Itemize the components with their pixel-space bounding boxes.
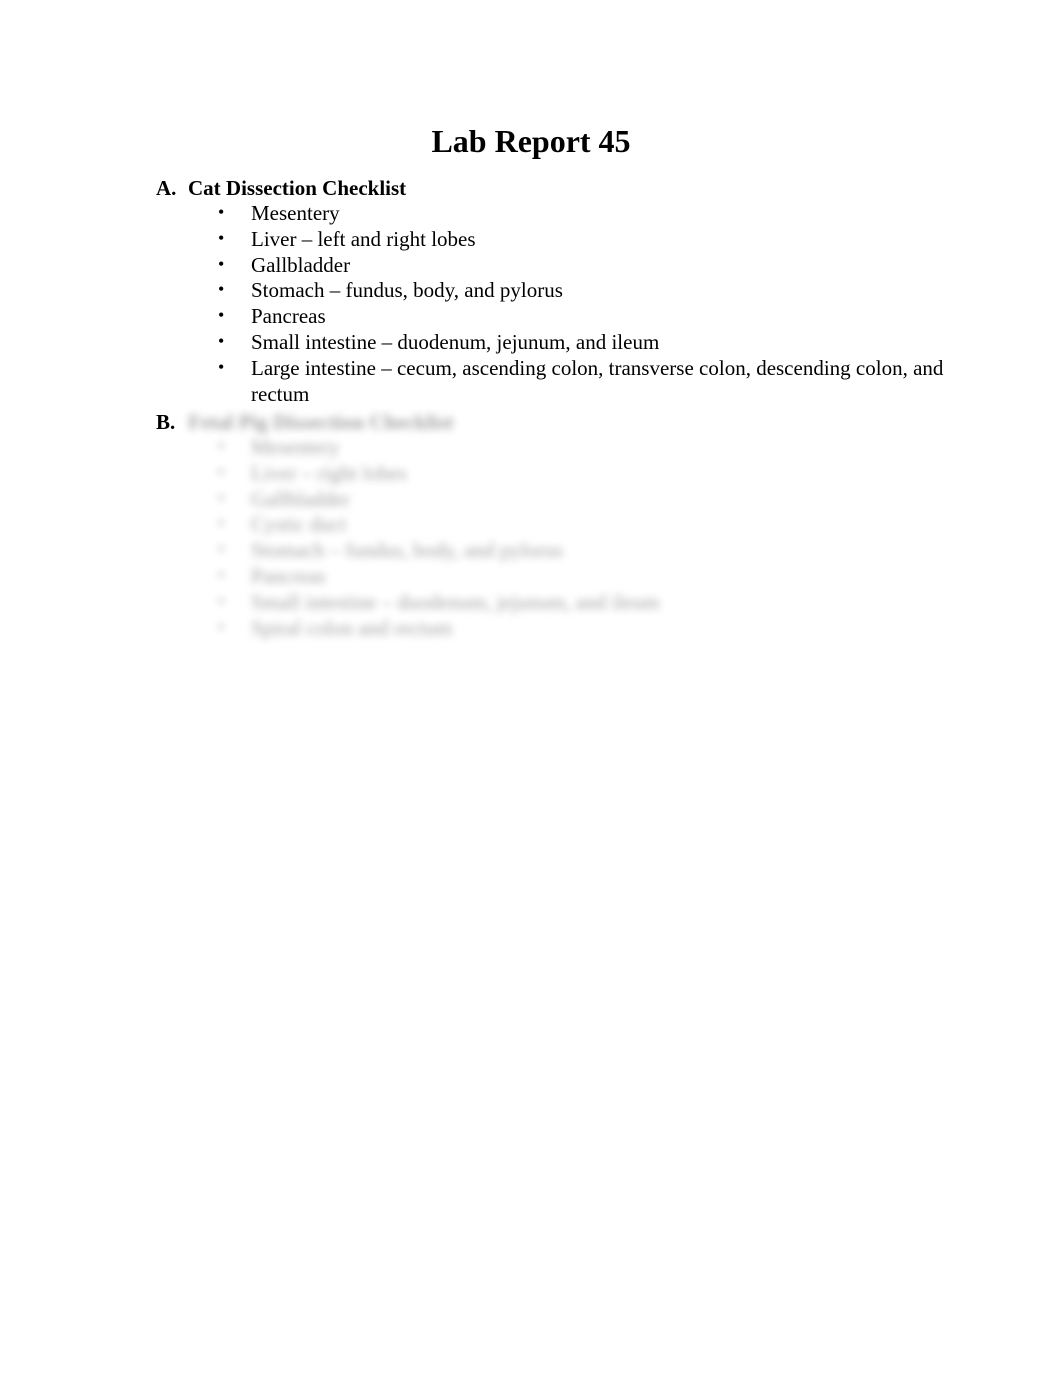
section-a: A. Cat Dissection Checklist • Mesentery • L… bbox=[156, 175, 956, 407]
list-item: • Liver – right lobes bbox=[156, 461, 951, 487]
bullet-icon: • bbox=[218, 330, 225, 351]
section-letter: A. bbox=[156, 176, 177, 200]
bullet-icon: • bbox=[218, 616, 225, 637]
list-item-text: Liver – left and right lobes bbox=[251, 226, 476, 251]
list-item-text: Gallbladder bbox=[251, 252, 351, 277]
bullet-icon: • bbox=[218, 253, 225, 274]
bullet-icon: • bbox=[218, 436, 225, 456]
bullet-icon: • bbox=[218, 279, 225, 300]
list-item-text: Mesentery bbox=[251, 435, 340, 459]
list-item-text: Pancreas bbox=[251, 563, 326, 588]
list-item: • Spiral colon and rectum bbox=[156, 616, 951, 642]
list-item: • Gallbladder bbox=[156, 487, 951, 513]
list-item: • Mesentery bbox=[156, 201, 951, 227]
bullet-icon: • bbox=[218, 356, 225, 377]
list-item: • Small intestine – duodenum, jejunum, an… bbox=[156, 330, 951, 356]
section-title: Cat Dissection Checklist bbox=[188, 176, 407, 200]
list-item-text: Stomach – fundus, body, and pylorus bbox=[251, 538, 563, 563]
list-item-text: Large intestine – cecum, ascending colon… bbox=[251, 355, 944, 406]
bullet-icon: • bbox=[218, 539, 225, 560]
section-b: B. Fetal Pig Dissection Checklist • Mesent… bbox=[156, 409, 956, 641]
bullet-icon: • bbox=[218, 564, 225, 585]
document-title: Lab Report 45 bbox=[431, 123, 631, 159]
list-item-text: Liver – right lobes bbox=[251, 460, 407, 485]
checklist: • Mesentery • Liver – left and right lobes… bbox=[156, 201, 956, 407]
list-item: • Gallbladder bbox=[156, 253, 951, 279]
list-item-text: Mesentery bbox=[251, 201, 340, 225]
bullet-icon: • bbox=[218, 487, 225, 508]
list-item: • Stomach – fundus, body, and pylorus bbox=[156, 278, 951, 304]
list-item-text: Small intestine – duodenum, jejunum, and… bbox=[251, 589, 660, 614]
checklist-blurred: • Mesentery • Liver – right lobes • Gallbla… bbox=[156, 435, 956, 641]
section-title-blurred: Fetal Pig Dissection Checklist bbox=[188, 410, 454, 434]
list-item: • Pancreas bbox=[156, 304, 951, 330]
bullet-icon: • bbox=[218, 202, 225, 222]
bullet-icon: • bbox=[218, 305, 225, 326]
bullet-icon: • bbox=[218, 227, 225, 248]
bullet-icon: • bbox=[218, 590, 225, 611]
list-item-text: Pancreas bbox=[251, 304, 326, 329]
list-item: • Small intestine – duodenum, jejunum, an… bbox=[156, 590, 951, 616]
list-item-text: Cystic duct bbox=[251, 512, 347, 537]
list-item: • Stomach – fundus, body, and pylorus bbox=[156, 538, 951, 564]
document-page: Lab Report 45 A. Cat Dissection Checklist… bbox=[0, 0, 1062, 1377]
list-item-text: Gallbladder bbox=[251, 486, 351, 511]
section-heading: B. Fetal Pig Dissection Checklist bbox=[156, 409, 956, 435]
list-item-text: Small intestine – duodenum, jejunum, and… bbox=[251, 329, 660, 354]
list-item: • Mesentery bbox=[156, 435, 951, 461]
list-item: • Cystic duct bbox=[156, 512, 951, 538]
section-letter: B. bbox=[156, 410, 176, 434]
bullet-icon: • bbox=[218, 461, 225, 482]
section-heading: A. Cat Dissection Checklist bbox=[156, 175, 956, 201]
list-item-text: Spiral colon and rectum bbox=[251, 615, 453, 640]
bullet-icon: • bbox=[218, 513, 225, 534]
list-item: • Liver – left and right lobes bbox=[156, 227, 951, 253]
list-item-text: Stomach – fundus, body, and pylorus bbox=[251, 278, 563, 303]
list-item: • Large intestine – cecum, ascending colo… bbox=[156, 356, 951, 408]
list-item: • Pancreas bbox=[156, 564, 951, 590]
